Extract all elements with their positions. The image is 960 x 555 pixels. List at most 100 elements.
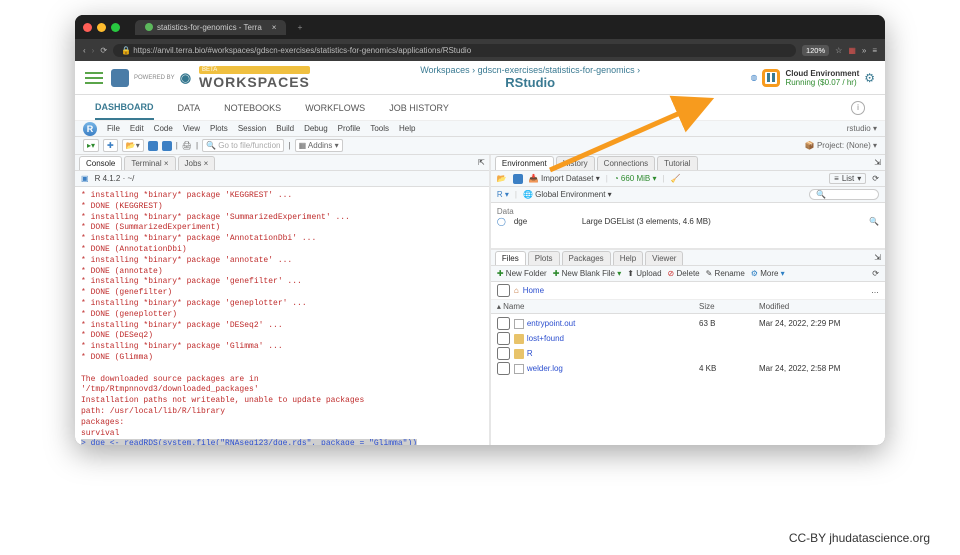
project-selector[interactable]: 📦 Project: (None) ▾: [805, 141, 877, 150]
tab-notebooks[interactable]: NOTEBOOKS: [224, 97, 281, 119]
lang-selector[interactable]: R ▾: [497, 190, 509, 199]
env-row-dge[interactable]: ◯ dge Large DGEList (3 elements, 4.6 MB)…: [497, 216, 879, 227]
extensions-icon[interactable]: ▦: [848, 46, 856, 55]
file-checkbox[interactable]: [497, 347, 510, 360]
reload-icon[interactable]: ⟳: [100, 46, 107, 55]
menu-view[interactable]: View: [183, 124, 200, 133]
col-size[interactable]: Size: [699, 302, 759, 311]
tab-workflows[interactable]: WORKFLOWS: [305, 97, 365, 119]
col-name[interactable]: ▴ Name: [497, 302, 699, 311]
open-button[interactable]: 📂▾: [122, 139, 144, 152]
menu-session[interactable]: Session: [238, 124, 266, 133]
delete-button[interactable]: ⊘ Delete: [668, 269, 700, 278]
tab-viewer[interactable]: Viewer: [645, 251, 683, 265]
breadcrumb-root[interactable]: Workspaces: [420, 65, 469, 75]
menu-file[interactable]: File: [107, 124, 120, 133]
file-checkbox[interactable]: [497, 317, 510, 330]
tab-dashboard[interactable]: DASHBOARD: [95, 96, 154, 120]
pane-collapse-icon[interactable]: ⇲: [874, 158, 881, 167]
inspect-icon[interactable]: 🔍: [869, 217, 879, 226]
tab-close-icon[interactable]: ×: [272, 23, 277, 32]
menu-plots[interactable]: Plots: [210, 124, 228, 133]
zoom-badge[interactable]: 120%: [802, 45, 829, 56]
info-icon[interactable]: i: [851, 101, 865, 115]
new-blank-file-button[interactable]: ✚ New Blank File ▾: [553, 269, 622, 278]
file-row[interactable]: lost+found: [497, 331, 879, 346]
pause-environment-button[interactable]: [762, 69, 780, 87]
menu-build[interactable]: Build: [276, 124, 294, 133]
tab-files[interactable]: Files: [495, 251, 526, 265]
path-more-icon[interactable]: …: [871, 286, 879, 295]
breadcrumb-path[interactable]: gdscn-exercises/statistics-for-genomics: [478, 65, 635, 75]
save-icon[interactable]: [148, 141, 158, 151]
tab-environment[interactable]: Environment: [495, 156, 554, 170]
menu-tools[interactable]: Tools: [370, 124, 389, 133]
menu-help[interactable]: Help: [399, 124, 415, 133]
minimize-window-icon[interactable]: [97, 23, 106, 32]
star-icon[interactable]: ☆: [835, 46, 842, 55]
file-row[interactable]: welder.log4 KBMar 24, 2022, 2:58 PM: [497, 361, 879, 376]
env-toolbar: 📂 📥 Import Dataset ▾ | ◔ 660 MiB ▾ | 🧹 ≡…: [491, 171, 885, 187]
home-label[interactable]: Home: [523, 286, 544, 295]
rstudio-user[interactable]: rstudio: [847, 124, 877, 133]
gear-icon[interactable]: ⚙: [864, 71, 875, 85]
import-dataset-button[interactable]: 📥 Import Dataset ▾: [529, 174, 600, 183]
tab-connections[interactable]: Connections: [597, 156, 655, 170]
save-all-icon[interactable]: [162, 141, 172, 151]
menu-edit[interactable]: Edit: [130, 124, 144, 133]
tab-history[interactable]: History: [556, 156, 595, 170]
env-search-input[interactable]: [809, 189, 879, 200]
refresh-env-icon[interactable]: ⟳: [872, 174, 879, 183]
favicon-icon: [145, 23, 153, 31]
pane-collapse-icon[interactable]: ⇲: [874, 253, 881, 262]
hamburger-icon[interactable]: [85, 72, 103, 84]
menu-code[interactable]: Code: [154, 124, 173, 133]
print-icon[interactable]: 🖨: [182, 141, 192, 150]
file-row[interactable]: R: [497, 346, 879, 361]
browser-tab[interactable]: statistics-for-genomics - Terra ×: [135, 20, 286, 35]
tab-data[interactable]: DATA: [178, 97, 201, 119]
memory-indicator[interactable]: ◔ 660 MiB ▾: [614, 174, 657, 183]
close-window-icon[interactable]: [83, 23, 92, 32]
tab-terminal[interactable]: Terminal ×: [124, 156, 175, 170]
rename-button[interactable]: ✎ Rename: [706, 269, 745, 278]
tab-packages[interactable]: Packages: [562, 251, 611, 265]
select-all-checkbox[interactable]: [497, 284, 510, 297]
file-checkbox[interactable]: [497, 332, 510, 345]
load-workspace-icon[interactable]: 📂: [497, 174, 507, 183]
pane-maximize-icon[interactable]: ⇱: [478, 158, 485, 167]
menu-profile[interactable]: Profile: [338, 124, 361, 133]
nav-back-icon[interactable]: ‹: [83, 46, 86, 55]
maximize-window-icon[interactable]: [111, 23, 120, 32]
tab-console[interactable]: Console: [79, 156, 122, 170]
addins-button[interactable]: ▦ Addins ▾: [295, 139, 343, 152]
tab-tutorial[interactable]: Tutorial: [657, 156, 697, 170]
new-tab-icon[interactable]: +: [297, 22, 302, 32]
tab-jobs[interactable]: Jobs ×: [178, 156, 216, 170]
file-row[interactable]: entrypoint.out63 BMar 24, 2022, 2:29 PM: [497, 316, 879, 331]
tab-plots[interactable]: Plots: [528, 251, 560, 265]
more-button[interactable]: ⚙ More ▾: [751, 269, 785, 278]
menu-icon[interactable]: ≡: [872, 46, 877, 55]
console-output[interactable]: * installing *binary* package 'KEGGREST'…: [75, 187, 489, 445]
clear-objects-button[interactable]: 🧹: [671, 174, 681, 183]
tab-help[interactable]: Help: [613, 251, 643, 265]
home-icon[interactable]: ⌂: [514, 286, 519, 295]
save-workspace-icon[interactable]: [513, 174, 523, 184]
new-doc-button[interactable]: ▸▾: [83, 139, 99, 152]
scope-selector[interactable]: 🌐 Global Environment ▾: [523, 190, 612, 199]
nav-forward-icon[interactable]: ›: [92, 46, 95, 55]
file-checkbox[interactable]: [497, 362, 510, 375]
tab-job-history[interactable]: JOB HISTORY: [389, 97, 449, 119]
new-project-button[interactable]: ✚: [103, 139, 118, 152]
view-mode-selector[interactable]: ≡ List ▾: [829, 173, 866, 184]
upload-button[interactable]: ⬆ Upload: [627, 269, 661, 278]
url-field[interactable]: 🔒 https://anvil.terra.bio/#workspaces/gd…: [113, 44, 796, 57]
refresh-files-icon[interactable]: ⟳: [872, 269, 879, 278]
col-modified[interactable]: Modified: [759, 302, 879, 311]
goto-input[interactable]: 🔍 Go to file/function: [202, 139, 284, 152]
menu-debug[interactable]: Debug: [304, 124, 328, 133]
overflow-icon[interactable]: »: [862, 46, 866, 55]
new-folder-button[interactable]: ✚ New Folder: [497, 269, 547, 278]
file-modified: Mar 24, 2022, 2:29 PM: [759, 319, 879, 328]
